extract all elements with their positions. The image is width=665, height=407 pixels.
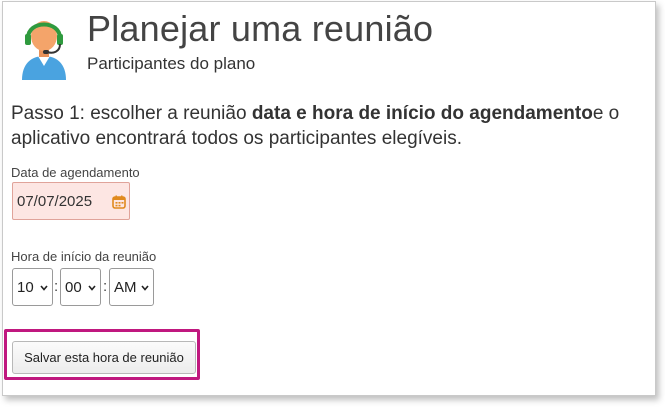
page-subtitle: Participantes do plano bbox=[87, 54, 256, 73]
header: Planejar uma reunião Participantes do pl… bbox=[19, 8, 649, 90]
time-field-label: Hora de início da reunião bbox=[11, 249, 157, 264]
chevron-down-icon bbox=[40, 285, 48, 291]
page-title: Planejar uma reunião bbox=[87, 8, 434, 49]
time-separator: : bbox=[103, 278, 108, 295]
step-text-bold: data e hora de início do agendamento bbox=[251, 103, 593, 124]
date-input[interactable]: 07/07/2025 bbox=[12, 182, 130, 220]
time-separator: : bbox=[54, 278, 59, 295]
chevron-down-icon bbox=[141, 285, 149, 291]
hour-value: 10 bbox=[17, 279, 34, 296]
date-field-label: Data de agendamento bbox=[11, 165, 140, 180]
hour-select[interactable]: 10 bbox=[12, 268, 53, 306]
panel: Planejar uma reunião Participantes do pl… bbox=[2, 1, 656, 396]
chevron-down-icon bbox=[88, 285, 96, 291]
calendar-icon[interactable] bbox=[112, 195, 126, 209]
minute-value: 00 bbox=[65, 279, 82, 296]
page: Planejar uma reunião Participantes do pl… bbox=[0, 0, 665, 407]
minute-select[interactable]: 00 bbox=[60, 268, 101, 306]
save-meeting-time-button[interactable]: Salvar esta hora de reunião bbox=[12, 341, 196, 374]
ampm-select[interactable]: AM bbox=[109, 268, 154, 306]
ampm-value: AM bbox=[114, 279, 137, 296]
support-agent-icon bbox=[22, 21, 66, 80]
date-input-value: 07/07/2025 bbox=[17, 193, 93, 210]
step-text-prefix: Passo 1: escolher a reunião bbox=[11, 103, 252, 124]
step-instructions: Passo 1: escolher a reunião data e hora … bbox=[11, 101, 641, 151]
